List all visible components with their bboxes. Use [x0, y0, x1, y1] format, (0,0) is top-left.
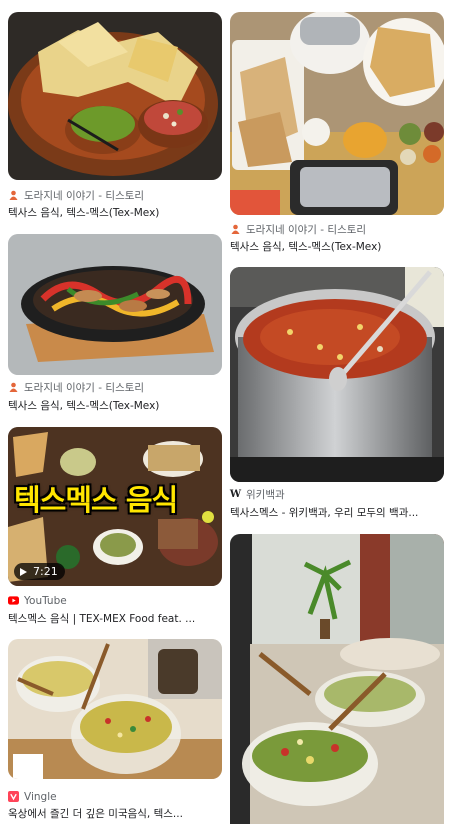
- vingle-icon: [8, 791, 19, 802]
- result-source-name: 도라지네 이야기 - 티스토리: [24, 190, 145, 202]
- result-source[interactable]: 도라지네 이야기 - 티스토리: [8, 380, 144, 395]
- tistory-icon: [8, 382, 19, 393]
- result-thumbnail[interactable]: [230, 534, 444, 824]
- result-title[interactable]: 옥상에서 즐긴 더 깊은 미국음식, 텍스...: [8, 806, 222, 821]
- tistory-icon: [8, 190, 19, 201]
- result-source-name: 위키백과: [246, 489, 285, 501]
- image-result-card[interactable]: Vingle 옥상에서 즐긴 더 깊은 미국음식, 텍스...: [8, 639, 222, 824]
- wikipedia-icon: W: [229, 489, 242, 500]
- image-result-card[interactable]: 도라지네 이야기 - 티스토리 텍사스 음식, 텍스-멕스(Tex-Mex): [8, 12, 222, 222]
- result-thumbnail[interactable]: [230, 267, 444, 482]
- result-source[interactable]: Vingle: [8, 789, 57, 804]
- result-source[interactable]: 도라지네 이야기 - 티스토리: [230, 222, 366, 237]
- result-source[interactable]: 도라지네 이야기 - 티스토리: [8, 188, 144, 203]
- image-result-card[interactable]: W 위키백과 텍사스멕스 - 위키백과, 우리 모두의 백과...: [230, 267, 444, 521]
- result-source[interactable]: W 위키백과: [230, 487, 285, 502]
- youtube-icon: [8, 595, 19, 606]
- tistory-icon: [230, 224, 241, 235]
- image-result-card[interactable]: 도라지네 이야기 - 티스토리 텍사스 음식, 텍스-멕스(Tex-Mex): [8, 234, 222, 414]
- result-thumbnail[interactable]: [8, 12, 222, 180]
- result-title[interactable]: 텍사스 음식, 텍스-멕스(Tex-Mex): [8, 205, 222, 220]
- play-icon: [20, 567, 27, 576]
- result-source-name: 도라지네 이야기 - 티스토리: [24, 382, 145, 394]
- result-thumbnail[interactable]: [8, 639, 222, 779]
- result-source-name: YouTube: [24, 594, 67, 607]
- result-title[interactable]: 텍스멕스 음식 | TEX-MEX Food feat. ...: [8, 611, 222, 626]
- result-thumbnail[interactable]: [8, 234, 222, 375]
- result-source-name: Vingle: [24, 790, 57, 803]
- image-result-card[interactable]: 텍스멕스 음식 7:21 YouTube 텍스멕스 음식 | TEX-MEX F…: [8, 427, 222, 627]
- image-result-card[interactable]: 도라지네 이야기 - 티스토리 텍사스 음식, 텍스-멕스(Tex-Mex): [230, 12, 444, 256]
- video-duration: 7:21: [33, 565, 58, 578]
- video-thumbnail[interactable]: 텍스멕스 음식 7:21: [8, 427, 222, 586]
- image-result-card[interactable]: [230, 534, 444, 824]
- video-duration-badge: 7:21: [14, 563, 65, 580]
- result-source-name: 도라지네 이야기 - 티스토리: [246, 224, 367, 236]
- result-title[interactable]: 텍사스 음식, 텍스-멕스(Tex-Mex): [230, 239, 444, 254]
- result-source[interactable]: YouTube: [8, 593, 67, 608]
- result-title[interactable]: 텍사스멕스 - 위키백과, 우리 모두의 백과...: [230, 505, 444, 520]
- result-title[interactable]: 텍사스 음식, 텍스-멕스(Tex-Mex): [8, 398, 222, 413]
- result-thumbnail[interactable]: [230, 12, 444, 215]
- video-overlay-title: 텍스멕스 음식: [14, 483, 178, 517]
